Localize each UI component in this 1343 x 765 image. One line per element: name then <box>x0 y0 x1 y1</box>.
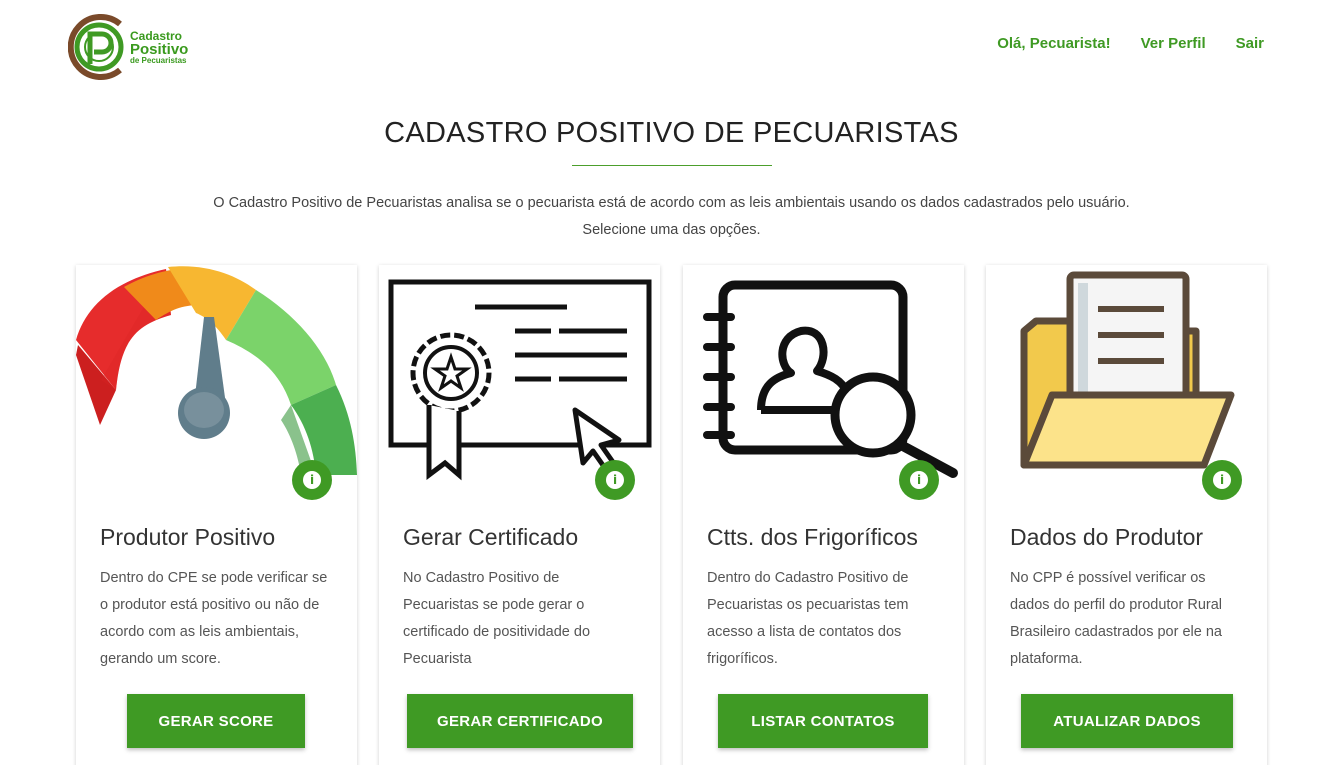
nav-logout-link[interactable]: Sair <box>1236 35 1264 52</box>
logo[interactable]: Cadastro Positivo de Pecuaristas <box>68 12 198 84</box>
nav-profile-link[interactable]: Ver Perfil <box>1141 35 1206 52</box>
intro-line-1: O Cadastro Positivo de Pecuaristas anali… <box>213 195 1130 211</box>
info-button[interactable]: i <box>595 460 635 500</box>
list-contacts-button[interactable]: LISTAR CONTATOS <box>718 694 928 748</box>
card-description: Dentro do Cadastro Positivo de Pecuarist… <box>707 570 909 667</box>
intro-text: O Cadastro Positivo de Pecuaristas anali… <box>0 190 1343 244</box>
card-gerar-certificado: i Gerar Certificado No Cadastro Positivo… <box>379 265 660 765</box>
logo-emblem-icon <box>68 14 124 80</box>
card-title: Dados do Produtor <box>1010 524 1204 550</box>
card-dados-produtor: i Dados do Produtor No CPP é possível ve… <box>986 265 1267 765</box>
top-nav: Olá, Pecuarista! Ver Perfil Sair <box>997 35 1264 52</box>
title-divider <box>572 165 772 166</box>
header: Cadastro Positivo de Pecuaristas Olá, Pe… <box>0 0 1343 90</box>
intro-line-2: Selecione uma das opções. <box>582 222 761 238</box>
info-button[interactable]: i <box>899 460 939 500</box>
folder-document-icon <box>986 265 1267 485</box>
logo-line-2: Positivo <box>130 41 189 58</box>
info-icon: i <box>1213 471 1231 489</box>
options-cards: i Produtor Positivo Dentro do CPE se pod… <box>76 265 1268 765</box>
contact-book-search-icon <box>683 265 964 485</box>
gauge-icon <box>76 265 357 485</box>
card-title: Produtor Positivo <box>100 524 276 550</box>
card-description: No CPP é possível verificar os dados do … <box>1010 570 1222 667</box>
card-description: No Cadastro Positivo de Pecuaristas se p… <box>403 570 591 667</box>
card-produtor-positivo: i Produtor Positivo Dentro do CPE se pod… <box>76 265 357 765</box>
certificate-icon <box>379 265 660 485</box>
card-description: Dentro do CPE se pode verificar se o pro… <box>100 570 328 667</box>
card-title: Ctts. dos Frigoríficos <box>707 524 918 550</box>
info-icon: i <box>910 471 928 489</box>
info-icon: i <box>303 471 321 489</box>
generate-certificate-button[interactable]: GERAR CERTIFICADO <box>407 694 633 748</box>
update-data-button[interactable]: ATUALIZAR DADOS <box>1021 694 1233 748</box>
generate-score-button[interactable]: GERAR SCORE <box>127 694 305 748</box>
card-contatos-frigorificos: i Ctts. dos Frigoríficos Dentro do Cadas… <box>683 265 964 765</box>
info-button[interactable]: i <box>1202 460 1242 500</box>
info-button[interactable]: i <box>292 460 332 500</box>
card-title: Gerar Certificado <box>403 524 579 550</box>
nav-greeting-link[interactable]: Olá, Pecuarista! <box>997 35 1110 52</box>
info-icon: i <box>606 471 624 489</box>
page-title: CADASTRO POSITIVO DE PECUARISTAS <box>384 117 959 149</box>
logo-line-3: de Pecuaristas <box>130 56 187 65</box>
logo-text: Cadastro Positivo de Pecuaristas <box>130 30 188 65</box>
